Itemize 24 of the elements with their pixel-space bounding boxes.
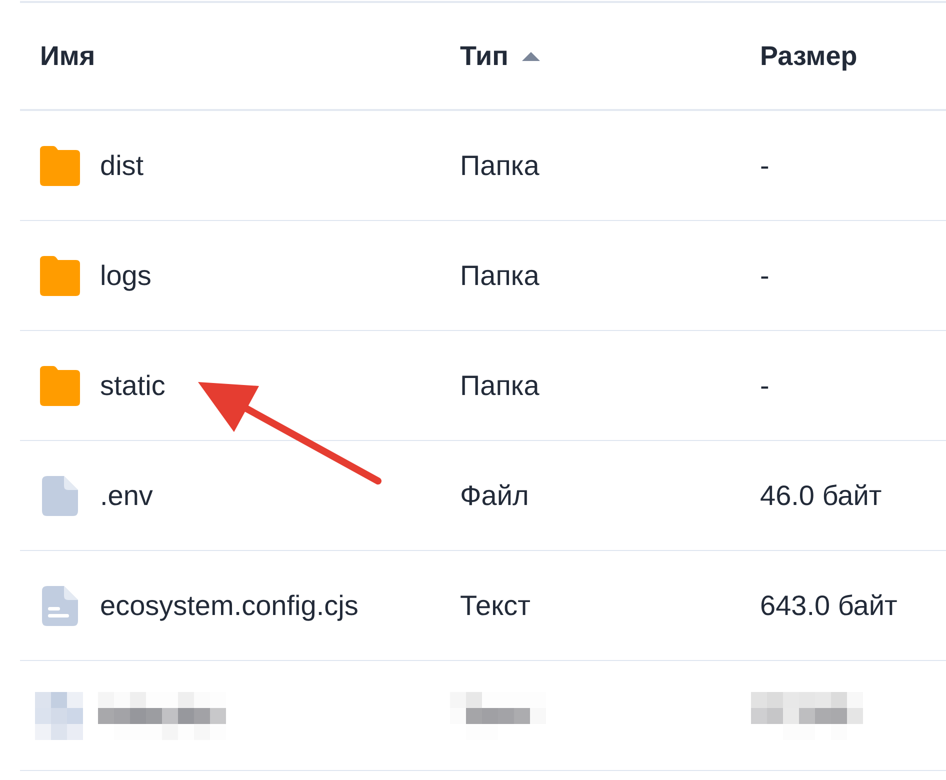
- folder-icon: [40, 366, 80, 406]
- file-name[interactable]: .env: [100, 474, 153, 516]
- column-header[interactable]: Размер: [760, 36, 858, 76]
- folder-icon: [40, 146, 80, 186]
- text-document-icon: [42, 586, 78, 626]
- type-cell-text: Файл: [460, 478, 529, 512]
- file-name[interactable]: ecosystem.config.cjs: [100, 584, 358, 626]
- document-icon: [42, 476, 78, 516]
- size-cell-text: 46.0 байт: [760, 478, 882, 512]
- type-cell-text: Папка: [460, 368, 540, 402]
- type-cell-text: Папка: [460, 148, 540, 182]
- column-header[interactable]: Имя: [40, 36, 96, 76]
- column-header[interactable]: Тип: [460, 36, 508, 76]
- size-cell-text: 643.0 байт: [760, 588, 898, 622]
- type-cell-text: Папка: [460, 258, 540, 292]
- folder-name[interactable]: dist: [100, 144, 144, 186]
- size-cell-text: -: [760, 258, 770, 292]
- type-cell-text: Текст: [460, 588, 530, 622]
- size-cell-text: -: [760, 368, 770, 402]
- pixelated-icon: [35, 692, 83, 740]
- folder-name[interactable]: logs: [100, 254, 152, 296]
- folder-icon: [40, 256, 80, 296]
- folder-name[interactable]: static: [100, 364, 166, 406]
- size-cell-text: -: [760, 148, 770, 182]
